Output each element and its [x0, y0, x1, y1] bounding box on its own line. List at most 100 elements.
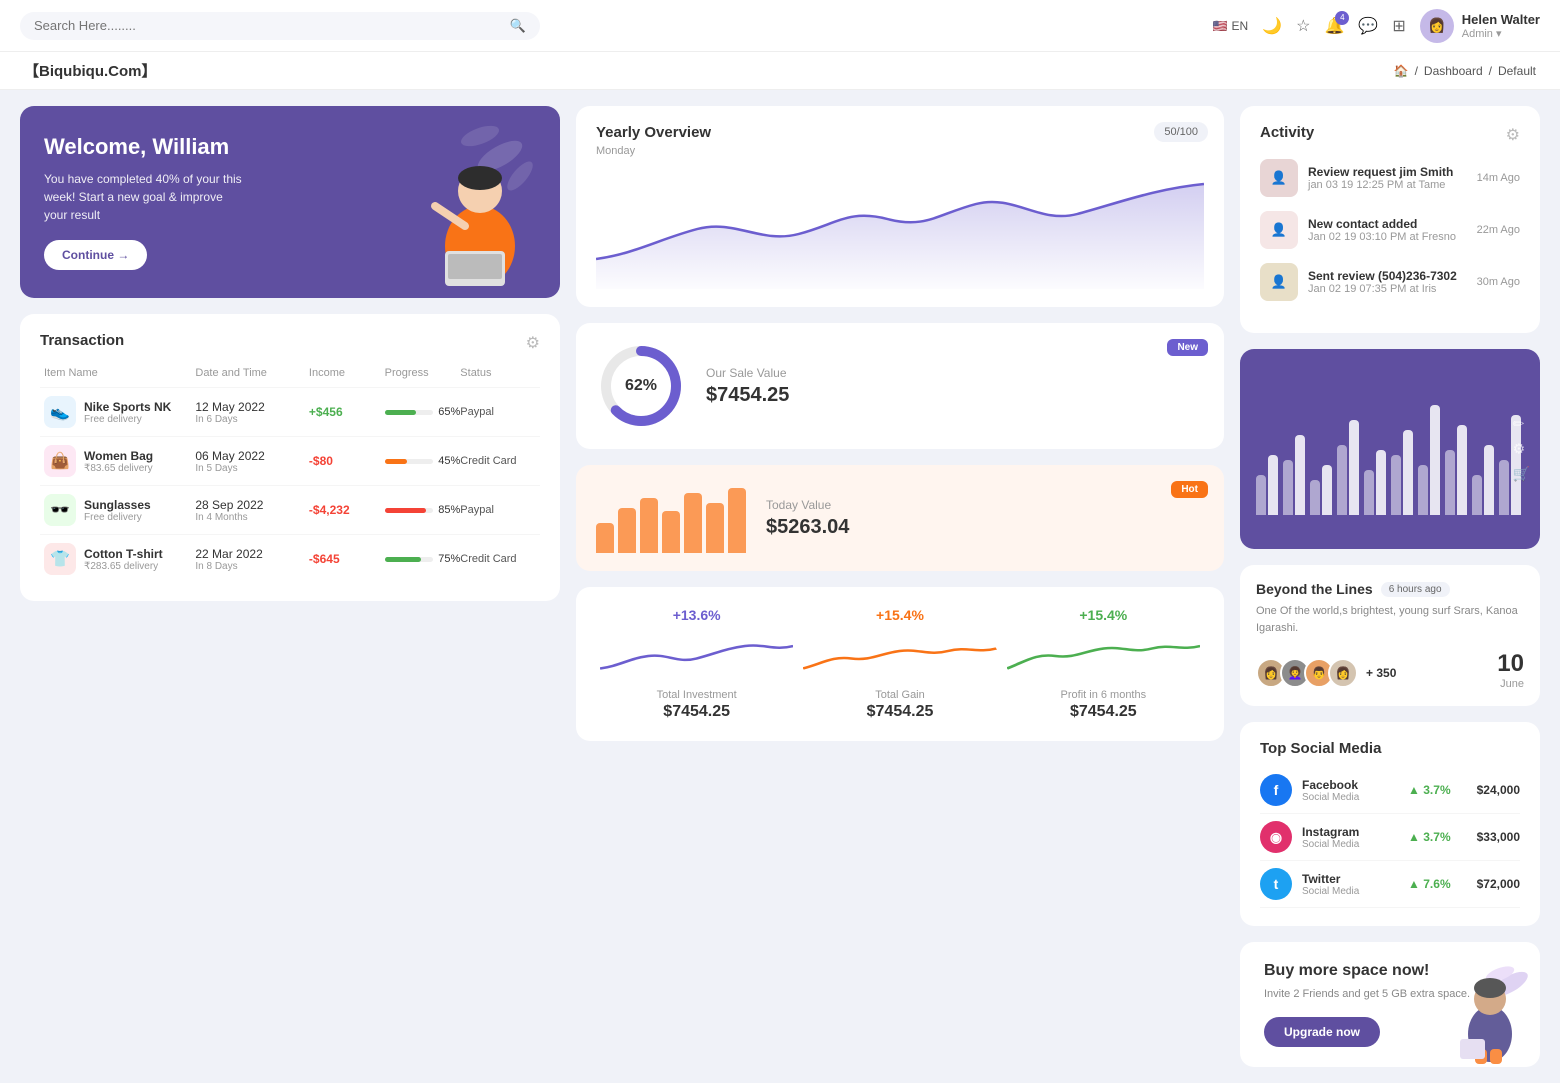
activity-info: Sent review (504)236-7302 Jan 02 19 07:3… — [1308, 269, 1467, 295]
expand-icon[interactable]: ⊞ — [1392, 16, 1405, 36]
status-badge: Paypal — [460, 504, 536, 516]
progress-pct: 85% — [438, 504, 460, 516]
sparkline-chart — [600, 631, 793, 681]
item-sub: ₹83.65 delivery — [84, 463, 153, 474]
search-bar[interactable]: 🔍 — [20, 12, 540, 40]
activity-settings-icon[interactable]: ⚙ — [1506, 125, 1520, 145]
chart-cart-icon[interactable]: 🛒 — [1513, 466, 1530, 483]
social-item: f Facebook Social Media ▲ 3.7% $24,000 — [1260, 767, 1520, 814]
activity-item: 👤 New contact added Jan 02 19 03:10 PM a… — [1260, 211, 1520, 249]
stat-item: +15.4% Total Gain $7454.25 — [803, 607, 996, 721]
stat-pct: +13.6% — [673, 607, 721, 623]
dark-mode-toggle[interactable]: 🌙 — [1262, 16, 1282, 36]
chart-settings-icon[interactable]: ⚙ — [1513, 441, 1530, 458]
bar-group — [1283, 435, 1305, 515]
sale-subtitle: Our Sale Value — [706, 366, 789, 380]
social-name-group: Instagram Social Media — [1302, 825, 1359, 850]
item-cell: 👜 Women Bag ₹83.65 delivery — [44, 445, 195, 477]
activity-thumb-icon: 👤 — [1271, 170, 1287, 186]
social-amount: $33,000 — [1477, 830, 1520, 844]
transaction-card: Transaction ⚙ Item Name Date and Time In… — [20, 314, 560, 601]
brand-logo: 【Biqubiqu.Com】 — [24, 60, 156, 81]
today-bar-chart — [596, 483, 746, 553]
upgrade-button[interactable]: Upgrade now — [1264, 1017, 1380, 1047]
column-2: Yearly Overview Monday 50/100 — [576, 106, 1224, 1067]
transaction-column-headers: Item Name Date and Time Income Progress … — [40, 367, 540, 379]
progress-cell: 75% — [385, 553, 461, 565]
item-icon: 🕶️ — [44, 494, 76, 526]
transaction-title: Transaction — [40, 332, 124, 349]
item-cell: 👟 Nike Sports NK Free delivery — [44, 396, 195, 428]
star-icon[interactable]: ☆ — [1296, 16, 1310, 36]
status-badge: Credit Card — [460, 455, 536, 467]
notification-badge: 4 — [1335, 11, 1349, 25]
lang-label: EN — [1232, 19, 1249, 33]
bar-mini — [662, 511, 680, 553]
activity-info: Review request jim Smith jan 03 19 12:25… — [1308, 165, 1467, 191]
transaction-settings-icon[interactable]: ⚙ — [526, 333, 540, 353]
date-badge: 10 June — [1497, 650, 1524, 690]
bar-group — [1445, 425, 1467, 515]
item-icon: 👟 — [44, 396, 76, 428]
bar-group — [1364, 450, 1386, 515]
item-sub: ₹283.65 delivery — [84, 561, 163, 572]
social-pct: ▲ 3.7% — [1408, 783, 1451, 797]
yearly-title: Yearly Overview — [596, 124, 1204, 141]
hot-badge: Hot — [1171, 481, 1208, 498]
status-badge: Paypal — [460, 406, 536, 418]
chart-edit-icon[interactable]: ✏ — [1513, 416, 1530, 433]
activity-subtitle: Jan 02 19 03:10 PM at Fresno — [1308, 231, 1467, 243]
stat-value: $7454.25 — [663, 703, 730, 721]
item-sub: Free delivery — [84, 414, 171, 425]
yearly-badge: 50/100 — [1154, 122, 1208, 142]
bar-chart — [1256, 375, 1524, 515]
social-pct: ▲ 3.7% — [1408, 830, 1451, 844]
bar-b — [1457, 425, 1467, 515]
breadcrumb-dashboard[interactable]: Dashboard — [1424, 64, 1483, 78]
home-icon[interactable]: 🏠 — [1394, 64, 1409, 78]
social-item: ◉ Instagram Social Media ▲ 3.7% $33,000 — [1260, 814, 1520, 861]
activity-item: 👤 Review request jim Smith jan 03 19 12:… — [1260, 159, 1520, 197]
nav-icons: 🇺🇸 EN 🌙 ☆ 🔔 4 💬 ⊞ 👩 Helen Walter Admin ▾ — [1213, 9, 1540, 43]
yearly-chart — [596, 169, 1204, 289]
bar-group — [1337, 420, 1359, 515]
activity-item: 👤 Sent review (504)236-7302 Jan 02 19 07… — [1260, 263, 1520, 301]
item-name: Sunglasses — [84, 498, 151, 512]
messages-button[interactable]: 💬 — [1358, 16, 1378, 36]
activity-time: 14m Ago — [1477, 172, 1520, 184]
social-amount: $72,000 — [1477, 877, 1520, 891]
yearly-day: Monday — [596, 145, 1204, 157]
progress-cell: 65% — [385, 406, 461, 418]
language-selector[interactable]: 🇺🇸 EN — [1213, 19, 1249, 33]
progress-fill — [385, 508, 426, 513]
date-number: 10 — [1497, 650, 1524, 678]
progress-cell: 85% — [385, 504, 461, 516]
bar-chart-card: ✏ ⚙ 🛒 — [1240, 349, 1540, 549]
search-input[interactable] — [34, 18, 502, 33]
breadcrumb-current: Default — [1498, 64, 1536, 78]
bar-a — [1472, 475, 1482, 515]
activity-card: Activity ⚙ 👤 Review request jim Smith ja… — [1240, 106, 1540, 333]
income-cell: -$80 — [309, 454, 385, 468]
user-role: Admin ▾ — [1462, 27, 1540, 40]
item-name-group: Nike Sports NK Free delivery — [84, 400, 171, 425]
social-name: Twitter — [1302, 872, 1359, 886]
col-progress: Progress — [385, 367, 461, 379]
social-type: Social Media — [1302, 886, 1359, 897]
sparkline-chart — [1007, 631, 1200, 681]
bar-mini — [706, 503, 724, 553]
activity-title-text: New contact added — [1308, 217, 1467, 231]
progress-bar — [385, 508, 434, 513]
bar-a — [1310, 480, 1320, 515]
item-name-group: Cotton T-shirt ₹283.65 delivery — [84, 547, 163, 572]
bar-b — [1295, 435, 1305, 515]
progress-pct: 45% — [438, 455, 460, 467]
user-menu[interactable]: 👩 Helen Walter Admin ▾ — [1420, 9, 1540, 43]
activity-thumbnail: 👤 — [1260, 211, 1298, 249]
date-secondary: In 6 Days — [195, 414, 309, 425]
notifications-button[interactable]: 🔔 4 — [1324, 16, 1344, 36]
bar-group — [1418, 405, 1440, 515]
continue-button[interactable]: Continue → — [44, 240, 147, 270]
col-item: Item Name — [44, 367, 195, 379]
progress-bar — [385, 459, 434, 464]
